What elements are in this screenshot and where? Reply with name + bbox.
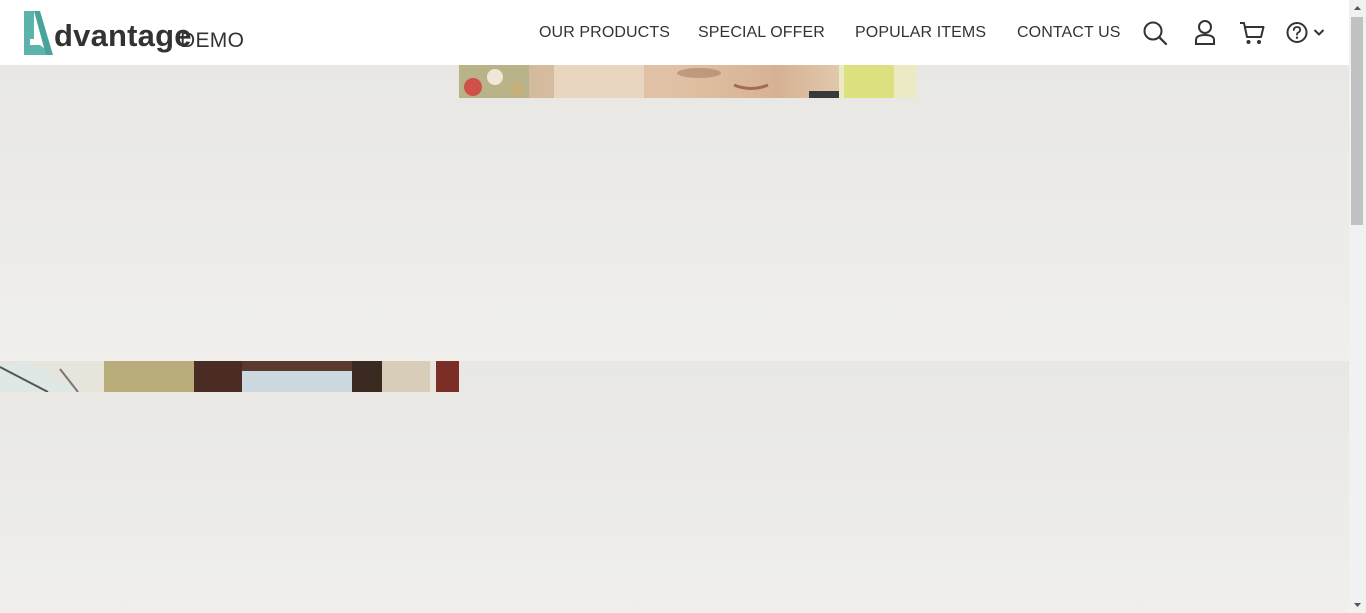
scrollbar-thumb[interactable] (1351, 17, 1363, 225)
logo-mark-icon (24, 11, 53, 55)
page-scrollbar[interactable] (1349, 0, 1366, 613)
category-section (0, 361, 1349, 613)
hero-image (459, 65, 917, 98)
brand-suffix: DEMO (180, 29, 245, 52)
nav-our-products[interactable]: OUR PRODUCTS (539, 24, 670, 42)
user-icon[interactable] (1194, 19, 1216, 45)
site-header: dvantage DEMO OUR PRODUCTS SPECIAL OFFER… (0, 0, 1349, 65)
scroll-up-arrow-icon[interactable] (1349, 0, 1366, 17)
nav-popular-items[interactable]: POPULAR ITEMS (855, 24, 986, 42)
brand-name: dvantage (54, 18, 192, 53)
scroll-down-arrow-icon[interactable] (1349, 596, 1366, 613)
nav-contact-us[interactable]: CONTACT US (1017, 24, 1121, 42)
help-icon (1286, 22, 1308, 43)
chevron-down-icon (1313, 29, 1325, 36)
cart-icon[interactable] (1239, 20, 1265, 46)
brand-logo[interactable]: dvantage DEMO (0, 0, 245, 65)
search-icon[interactable] (1142, 20, 1168, 46)
hero-section (0, 65, 1349, 361)
nav-special-offer[interactable]: SPECIAL OFFER (698, 24, 825, 42)
help-menu[interactable] (1286, 21, 1328, 45)
category-image (0, 361, 459, 392)
